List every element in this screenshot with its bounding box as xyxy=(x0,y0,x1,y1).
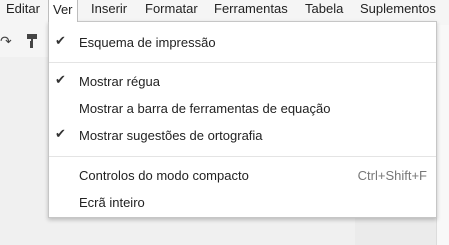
menu-ferramentas[interactable]: Ferramentas xyxy=(214,0,288,21)
checkmark-icon: ✔ xyxy=(55,34,66,49)
menu-item-equation-toolbar[interactable]: Mostrar a barra de ferramentas de equaçã… xyxy=(49,96,436,122)
menu-ver[interactable]: Ver xyxy=(48,0,78,22)
menu-item-print-layout[interactable]: ✔ Esquema de impressão xyxy=(49,30,436,56)
redo-icon[interactable]: ↷ xyxy=(0,34,12,50)
menu-item-spelling-suggestions[interactable]: ✔ Mostrar sugestões de ortografia xyxy=(49,123,436,149)
menu-formatar[interactable]: Formatar xyxy=(145,0,198,21)
menu-suplementos[interactable]: Suplementos xyxy=(360,0,436,21)
menu-separator xyxy=(49,62,436,63)
checkmark-icon: ✔ xyxy=(55,73,66,88)
paint-format-icon[interactable] xyxy=(26,34,38,52)
menu-item-label: Mostrar sugestões de ortografia xyxy=(79,128,263,143)
menu-item-label: Controlos do modo compacto xyxy=(79,168,249,183)
shortcut-label: Ctrl+Shift+F xyxy=(357,168,427,183)
menu-separator xyxy=(49,156,436,157)
menu-tabela[interactable]: Tabela xyxy=(305,0,343,21)
menu-item-label: Ecrã inteiro xyxy=(79,195,145,210)
menu-item-show-ruler[interactable]: ✔ Mostrar régua xyxy=(49,69,436,95)
menu-item-label: Esquema de impressão xyxy=(79,35,216,50)
ruler-strip xyxy=(436,25,449,245)
menu-item-compact-controls[interactable]: Controlos do modo compacto Ctrl+Shift+F xyxy=(49,163,436,189)
menu-item-label: Mostrar régua xyxy=(79,74,160,89)
menu-item-label: Mostrar a barra de ferramentas de equaçã… xyxy=(79,101,331,116)
menubar: Editar Ver Inserir Formatar Ferramentas … xyxy=(0,0,449,22)
menu-item-full-screen[interactable]: Ecrã inteiro xyxy=(49,190,436,216)
checkmark-icon: ✔ xyxy=(55,127,66,142)
menu-inserir[interactable]: Inserir xyxy=(91,0,127,21)
view-menu-dropdown: ✔ Esquema de impressão ✔ Mostrar régua M… xyxy=(48,21,437,218)
menu-editar[interactable]: Editar xyxy=(6,0,40,21)
